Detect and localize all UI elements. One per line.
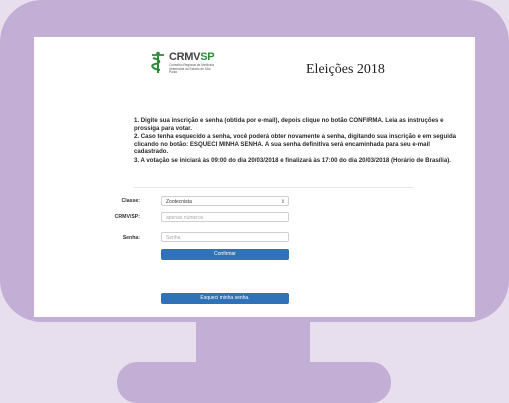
crmv-logo: CRMVSP Conselho Regional de Medicina Vet… bbox=[148, 51, 218, 77]
logo-brand-accent: SP bbox=[200, 51, 215, 63]
page-title: Eleições 2018 bbox=[306, 62, 385, 77]
monitor-base bbox=[117, 362, 391, 403]
logo-subtitle: Conselho Regional de Medicina Veterinári… bbox=[169, 63, 215, 75]
instruction-item: 2. Caso tenha esquecido a senha, você po… bbox=[134, 132, 457, 156]
crmv-label: CRMV/SP: bbox=[114, 214, 140, 220]
forgot-password-button[interactable]: Esqueci minha senha. bbox=[161, 293, 289, 304]
senha-label: Senha: bbox=[122, 235, 140, 241]
logo-brand-main: CRMV bbox=[169, 51, 201, 63]
classe-label: Classe: bbox=[121, 198, 140, 204]
confirm-button[interactable]: Confirmar bbox=[161, 249, 289, 260]
classe-select-value: Zootecnista bbox=[166, 199, 192, 205]
instructions-block: 1. Digite sua inscrição e senha (obtida … bbox=[134, 117, 460, 165]
logo-brand: CRMVSP bbox=[169, 51, 215, 63]
caduceus-icon bbox=[151, 51, 164, 73]
select-arrows-icon: ⇕ bbox=[280, 199, 285, 205]
monitor-neck bbox=[196, 322, 310, 366]
instruction-item: 1. Digite sua inscrição e senha (obtida … bbox=[134, 117, 444, 132]
divider bbox=[134, 187, 414, 188]
classe-select[interactable]: Zootecnista ⇕ bbox=[161, 196, 289, 206]
senha-input[interactable]: Senha bbox=[161, 232, 289, 242]
instruction-item: 3. A votação se iniciará às 09:00 do dia… bbox=[134, 156, 451, 164]
crmv-input[interactable]: apenas números bbox=[161, 212, 289, 222]
monitor-screen: CRMVSP Conselho Regional de Medicina Vet… bbox=[34, 37, 475, 317]
